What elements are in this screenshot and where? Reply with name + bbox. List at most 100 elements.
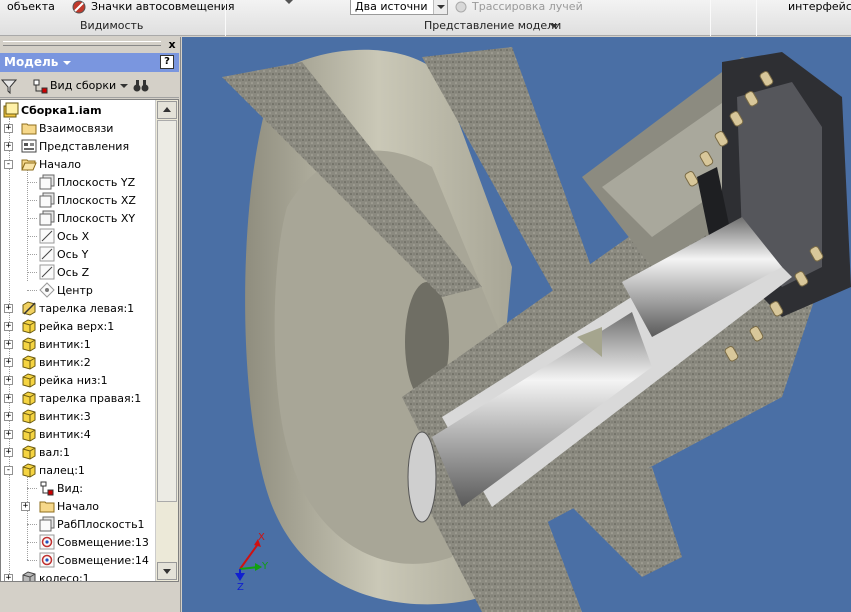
tree-item-12[interactable]: + винтик:1 (1, 335, 155, 353)
filter-icon[interactable] (1, 78, 17, 94)
tree-item-9[interactable]: Центр (1, 281, 155, 299)
assembly-model-render (222, 47, 851, 612)
expand-icon[interactable]: + (4, 358, 13, 367)
expand-icon[interactable]: + (4, 448, 13, 457)
tree-item-7[interactable]: Ось Y (1, 245, 155, 263)
panel-grip[interactable] (3, 41, 161, 46)
tree-item-13[interactable]: + винтик:2 (1, 353, 155, 371)
browser-toolbar: Вид сборки (0, 74, 179, 98)
expand-icon[interactable]: + (4, 304, 13, 313)
expand-icon[interactable]: + (4, 430, 13, 439)
tree-item-11[interactable]: + рейка верх:1 (1, 317, 155, 335)
tree-item-18[interactable]: + вал:1 (1, 443, 155, 461)
graphics-viewport[interactable]: X Y Z (182, 37, 851, 612)
tree-item-label: Центр (57, 284, 93, 297)
expand-icon[interactable]: + (4, 376, 13, 385)
scrollbar-thumb[interactable] (157, 120, 177, 502)
tree-item-6[interactable]: Ось X (1, 227, 155, 245)
part-gray-icon (21, 570, 37, 581)
tree-item-label: Ось Y (57, 248, 89, 261)
tree-item-15[interactable]: + тарелка правая:1 (1, 389, 155, 407)
tree-item-20[interactable]: Вид: (1, 479, 155, 497)
autosnap-icon (72, 0, 86, 14)
tree-item-24[interactable]: Совмещение:14 (1, 551, 155, 569)
tree-item-label: палец:1 (39, 464, 85, 477)
tree-item-label: Вид: (57, 482, 84, 495)
tree-connector (27, 272, 37, 273)
browser-title[interactable]: Модель (4, 55, 71, 69)
tree-item-23[interactable]: Совмещение:13 (1, 533, 155, 551)
tree-connector (27, 542, 37, 543)
lights-combo[interactable]: Два источни (350, 0, 448, 15)
tree-item-16[interactable]: + винтик:3 (1, 407, 155, 425)
expand-icon[interactable]: + (4, 574, 13, 581)
group-expand-icon[interactable] (550, 24, 558, 28)
tree-connector (27, 290, 37, 291)
tree-item-label: Плоскость XZ (57, 194, 136, 207)
tree-item-label: Представления (39, 140, 130, 153)
chevron-down-icon[interactable] (433, 0, 447, 14)
help-icon[interactable]: ? (160, 55, 174, 69)
tree-item-4[interactable]: Плоскость XZ (1, 191, 155, 209)
part-icon (21, 354, 37, 370)
scroll-down-button[interactable] (157, 562, 177, 580)
folder-icon (21, 120, 37, 136)
expand-icon[interactable]: + (4, 394, 13, 403)
visibility-group-label: Видимость (80, 19, 144, 32)
collapse-icon[interactable]: - (4, 160, 13, 169)
find-icon[interactable] (133, 78, 149, 94)
expand-icon[interactable]: + (4, 340, 13, 349)
tree-item-0[interactable]: + Взаимосвязи (1, 119, 155, 137)
tree-item-label: тарелка левая:1 (39, 302, 135, 315)
tree-item-14[interactable]: + рейка низ:1 (1, 371, 155, 389)
tree-item-25[interactable]: + колесо:1 (1, 569, 155, 582)
axis-icon (39, 246, 55, 262)
vertical-scrollbar[interactable] (155, 100, 178, 581)
tree-item-label: Начало (57, 500, 100, 513)
representations-icon (21, 138, 37, 154)
expand-icon[interactable]: + (4, 412, 13, 421)
interface-button-label[interactable]: интерфейс (788, 0, 851, 13)
axis-icon (39, 264, 55, 280)
expand-icon[interactable]: + (21, 502, 30, 511)
plane-icon (39, 210, 55, 226)
tree-item-17[interactable]: + винтик:4 (1, 425, 155, 443)
chevron-down-icon[interactable] (120, 84, 128, 88)
plane-icon (39, 192, 55, 208)
tree-connector (27, 560, 37, 561)
tree-item-8[interactable]: Ось Z (1, 263, 155, 281)
tree-item-1[interactable]: + Представления (1, 137, 155, 155)
tree-connector (27, 254, 37, 255)
ribbon-separator (225, 0, 226, 36)
tree-item-2[interactable]: - Начало (1, 155, 155, 173)
collapse-icon[interactable]: - (4, 466, 13, 475)
model-view-group-label: Представление модели (424, 19, 562, 32)
browser-title-bar[interactable]: Модель ? (0, 53, 179, 72)
close-icon[interactable]: x (166, 39, 178, 51)
tree-item-19[interactable]: - палец:1 (1, 461, 155, 479)
tree-connector (27, 182, 37, 183)
tree-connector (27, 524, 37, 525)
tree-item-22[interactable]: РабПлоскость1 (1, 515, 155, 533)
view-combo[interactable]: Вид сборки (50, 79, 116, 92)
triad-x-label: X (258, 532, 265, 543)
tree-item-21[interactable]: + Начало (1, 497, 155, 515)
tree-item-5[interactable]: Плоскость XY (1, 209, 155, 227)
constraint-icon (39, 534, 55, 550)
expand-icon[interactable]: + (4, 322, 13, 331)
tree-item-root[interactable]: Сборка1.iam (1, 101, 155, 119)
expand-icon[interactable]: + (4, 124, 13, 133)
expand-icon[interactable]: + (4, 142, 13, 151)
chevron-down-icon (163, 569, 171, 574)
tree-item-3[interactable]: Плоскость YZ (1, 173, 155, 191)
scroll-up-button[interactable] (157, 101, 177, 119)
assembly-view-icon (33, 79, 48, 94)
tree-item-label: рейка верх:1 (39, 320, 115, 333)
tree-item-10[interactable]: + тарелка левая:1 (1, 299, 155, 317)
model-tree: Сборка1.iam + Взаимосвязи + Представления - На… (0, 99, 179, 582)
tree-item-label: колесо:1 (39, 572, 90, 582)
object-button-label[interactable]: объекта (7, 0, 55, 13)
tree-item-label: Совмещение:13 (57, 536, 149, 549)
grounded-part-icon (21, 300, 37, 316)
workplane-icon (39, 516, 55, 532)
